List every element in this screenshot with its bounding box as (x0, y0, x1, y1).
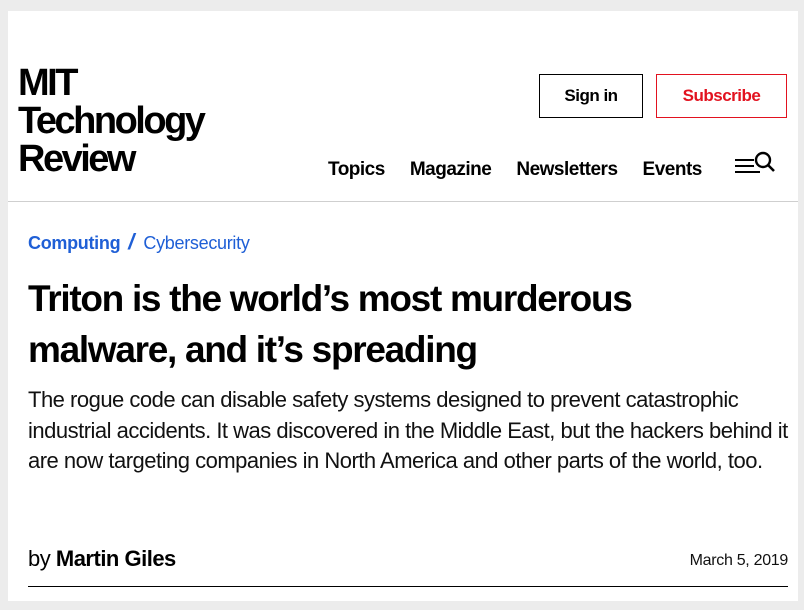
nav-item-newsletters[interactable]: Newsletters (516, 159, 618, 181)
author-link[interactable]: Martin Giles (56, 546, 176, 571)
breadcrumb-separator: / (128, 229, 135, 254)
nav-item-magazine[interactable]: Magazine (410, 159, 492, 181)
site-header: MIT Technology Review Sign in Subscribe … (8, 11, 798, 202)
breadcrumb-computing[interactable]: Computing (28, 233, 121, 254)
page: MIT Technology Review Sign in Subscribe … (8, 11, 798, 601)
nav-item-topics[interactable]: Topics (328, 159, 385, 181)
nav-item-events[interactable]: Events (643, 159, 703, 181)
divider (28, 586, 788, 587)
subscribe-button[interactable]: Subscribe (656, 74, 787, 118)
publish-date: March 5, 2019 (689, 552, 789, 569)
byline-prefix: by (28, 546, 51, 571)
search-icon (754, 151, 775, 172)
breadcrumb: Computing / Cybersecurity (28, 229, 250, 255)
breadcrumb-cybersecurity[interactable]: Cybersecurity (143, 233, 249, 254)
menu-search-button[interactable] (734, 151, 776, 177)
logo-line: MIT (18, 62, 78, 104)
main-nav: Topics Magazine Newsletters Events (328, 159, 727, 181)
article-dek: The rogue code can disable safety system… (28, 387, 788, 473)
article-headline: Triton is the world’s most murderous mal… (28, 278, 633, 370)
byline: by Martin Giles (28, 546, 176, 572)
sign-in-button[interactable]: Sign in (539, 74, 643, 118)
hamburger-menu-icon (735, 151, 775, 173)
logo-line: Review (18, 138, 136, 180)
mit-technology-review-logo[interactable]: MIT Technology Review (18, 62, 206, 180)
logo-line: Technology (18, 100, 206, 142)
